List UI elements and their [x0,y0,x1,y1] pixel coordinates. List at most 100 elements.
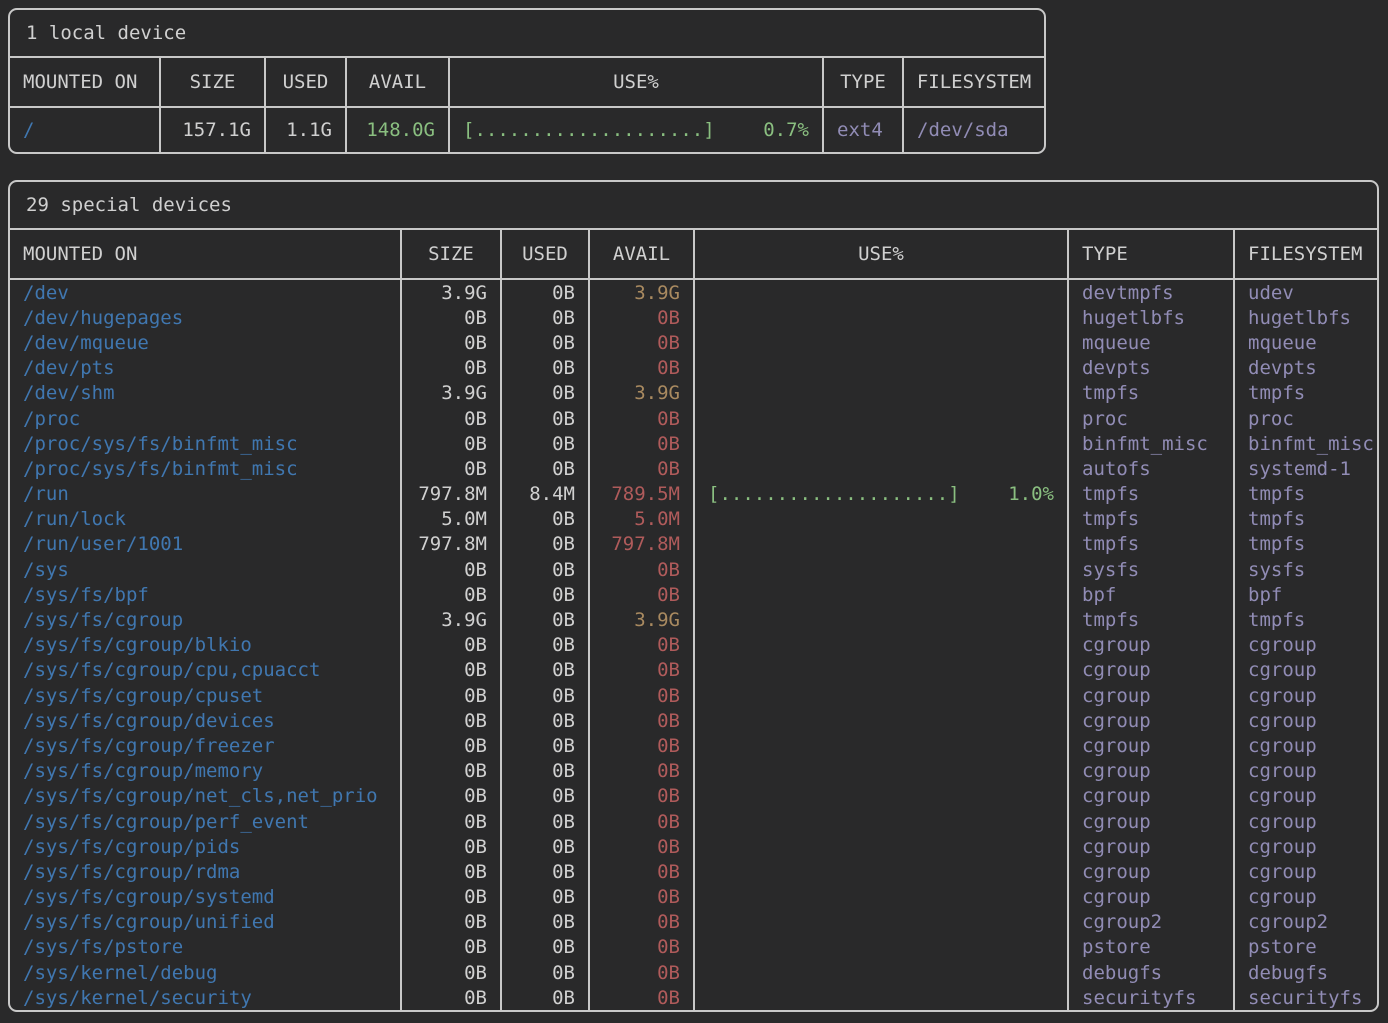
cell-avail: 789.5M [588,482,693,507]
cell-use-percent [693,683,1067,708]
header-filesystem: FILESYSTEM [1233,230,1377,278]
cell-used: 0B [500,356,588,381]
cell-used: 0B [500,683,588,708]
cell-filesystem: systemd-1 [1233,456,1377,481]
cell-use-percent [693,431,1067,456]
table-row: /sys/fs/cgroup/pids 0B 0B 0B cgroup cgro… [10,834,1377,859]
cell-filesystem: cgroup [1233,885,1377,910]
header-filesystem: FILESYSTEM [902,58,1044,106]
cell-mounted-on: / [10,108,159,152]
cell-used: 0B [500,834,588,859]
cell-size: 0B [400,557,500,582]
cell-mounted-on: /sys/fs/cgroup/cpu,cpuacct [10,658,400,683]
cell-used: 0B [500,456,588,481]
cell-type: bpf [1067,582,1233,607]
cell-mounted-on: /sys/fs/cgroup/memory [10,759,400,784]
cell-filesystem: tmpfs [1233,482,1377,507]
cell-avail: 3.9G [588,381,693,406]
table-row: /dev/shm 3.9G 0B 3.9G tmpfs tmpfs [10,381,1377,406]
table-row: /sys/fs/cgroup/freezer 0B 0B 0B cgroup c… [10,733,1377,758]
table-row: /proc/sys/fs/binfmt_misc 0B 0B 0B binfmt… [10,431,1377,456]
cell-used: 0B [500,784,588,809]
cell-mounted-on: /sys [10,557,400,582]
table-row: /sys/fs/cgroup/cpuset 0B 0B 0B cgroup cg… [10,683,1377,708]
cell-use-percent [693,280,1067,305]
cell-mounted-on: /sys/fs/pstore [10,935,400,960]
cell-mounted-on: /proc/sys/fs/binfmt_misc [10,431,400,456]
cell-filesystem: cgroup [1233,834,1377,859]
cell-avail: 148.0G [345,108,448,152]
cell-avail: 0B [588,834,693,859]
cell-type: tmpfs [1067,381,1233,406]
header-avail: AVAIL [345,58,448,106]
cell-avail: 0B [588,935,693,960]
cell-used: 0B [500,935,588,960]
cell-mounted-on: /dev/hugepages [10,305,400,330]
cell-used: 0B [500,859,588,884]
table-row: /sys/kernel/security 0B 0B 0B securityfs… [10,985,1377,1010]
cell-filesystem: cgroup [1233,759,1377,784]
cell-filesystem: hugetlbfs [1233,305,1377,330]
table-row: /dev/pts 0B 0B 0B devpts devpts [10,356,1377,381]
cell-used: 0B [500,885,588,910]
cell-used: 0B [500,582,588,607]
cell-use-percent [693,557,1067,582]
cell-filesystem: /dev/sda [902,108,1044,152]
table-row: /sys/fs/cgroup 3.9G 0B 3.9G tmpfs tmpfs [10,607,1377,632]
header-mounted-on: MOUNTED ON [10,58,159,106]
cell-filesystem: cgroup [1233,809,1377,834]
cell-mounted-on: /sys/fs/cgroup/perf_event [10,809,400,834]
cell-used: 0B [500,960,588,985]
cell-filesystem: cgroup [1233,859,1377,884]
table-row: /sys/fs/cgroup/perf_event 0B 0B 0B cgrou… [10,809,1377,834]
cell-size: 0B [400,935,500,960]
cell-filesystem: devpts [1233,356,1377,381]
cell-type: securityfs [1067,985,1233,1010]
cell-size: 0B [400,431,500,456]
cell-mounted-on: /dev/shm [10,381,400,406]
cell-size: 3.9G [400,280,500,305]
cell-used: 0B [500,809,588,834]
local-devices-rows: / 157.1G 1.1G 148.0G [..................… [10,108,1044,152]
cell-mounted-on: /sys/fs/cgroup/blkio [10,633,400,658]
local-devices-header: MOUNTED ON SIZE USED AVAIL USE% TYPE FIL… [10,58,1044,108]
cell-type: cgroup [1067,633,1233,658]
cell-size: 0B [400,683,500,708]
cell-avail: 0B [588,985,693,1010]
cell-mounted-on: /sys/fs/cgroup/pids [10,834,400,859]
cell-avail: 0B [588,859,693,884]
cell-use-percent [693,784,1067,809]
cell-avail: 0B [588,809,693,834]
cell-mounted-on: /proc [10,406,400,431]
cell-filesystem: debugfs [1233,960,1377,985]
cell-size: 0B [400,733,500,758]
cell-type: cgroup [1067,784,1233,809]
cell-type: tmpfs [1067,532,1233,557]
cell-use-percent: [....................] 1.0% [693,482,1067,507]
table-row: /dev 3.9G 0B 3.9G devtmpfs udev [10,280,1377,305]
table-row: /run 797.8M 8.4M 789.5M [...............… [10,482,1377,507]
table-row: /sys/fs/cgroup/rdma 0B 0B 0B cgroup cgro… [10,859,1377,884]
cell-mounted-on: /sys/fs/cgroup/unified [10,910,400,935]
cell-size: 157.1G [159,108,264,152]
cell-use-percent [693,859,1067,884]
cell-filesystem: cgroup2 [1233,910,1377,935]
usage-bar: [....................] [463,119,715,141]
header-mounted-on: MOUNTED ON [10,230,400,278]
cell-avail: 0B [588,683,693,708]
cell-size: 797.8M [400,482,500,507]
cell-used: 0B [500,305,588,330]
header-avail: AVAIL [588,230,693,278]
cell-avail: 0B [588,557,693,582]
cell-type: devtmpfs [1067,280,1233,305]
header-use-percent: USE% [448,58,822,106]
table-row: /sys/fs/cgroup/cpu,cpuacct 0B 0B 0B cgro… [10,658,1377,683]
cell-mounted-on: /proc/sys/fs/binfmt_misc [10,456,400,481]
cell-mounted-on: /sys/fs/cgroup/devices [10,708,400,733]
cell-use-percent [693,658,1067,683]
cell-used: 0B [500,658,588,683]
cell-size: 0B [400,985,500,1010]
table-row: /sys/fs/cgroup/blkio 0B 0B 0B cgroup cgr… [10,633,1377,658]
cell-size: 0B [400,708,500,733]
header-use-percent: USE% [693,230,1067,278]
